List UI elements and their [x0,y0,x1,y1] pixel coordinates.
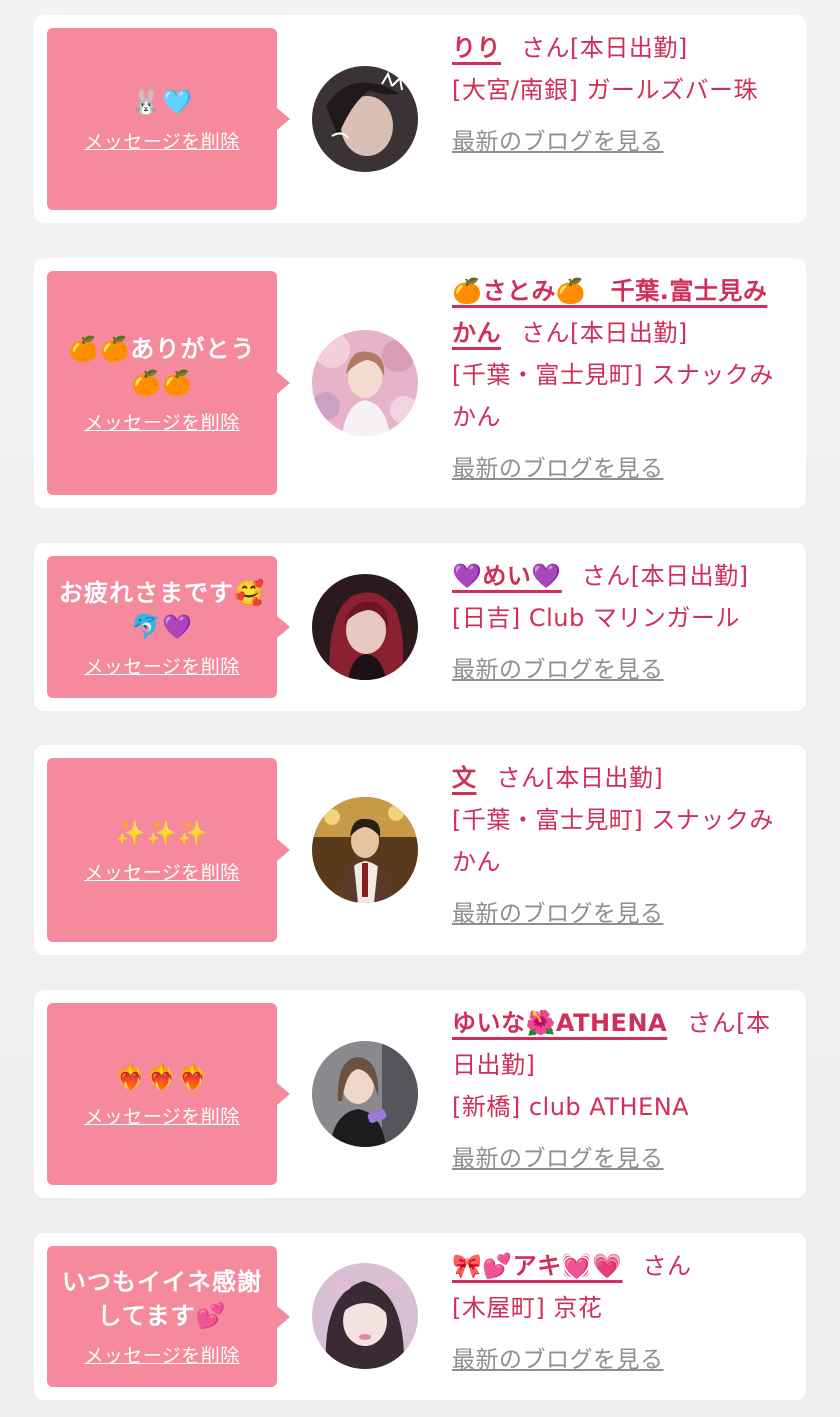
latest-blog-link[interactable]: 最新のブログを見る [452,448,664,490]
user-name-link[interactable]: ゆいな🌺ATHENA [452,1009,667,1037]
user-name-link[interactable]: りり [452,34,501,62]
message-bubble: ❤️‍🔥❤️‍🔥❤️‍🔥 メッセージを削除 [47,1003,290,1185]
message-card: ✨✨✨ メッセージを削除 文さん[本日出勤] [千葉・富士見町] スナックみかん… [34,745,806,955]
avatar[interactable] [312,330,418,436]
user-name-link[interactable]: 文 [452,764,477,792]
message-bubble: 🐰🩵 メッセージを削除 [47,28,290,210]
message-text: 🍊🍊ありがとう🍊🍊 [68,334,256,397]
message-bubble: 🍊🍊ありがとう🍊🍊 メッセージを削除 [47,271,290,495]
message-text: ❤️‍🔥❤️‍🔥❤️‍🔥 [115,1062,209,1091]
latest-blog-link[interactable]: 最新のブログを見る [452,1339,664,1381]
shop-link[interactable]: [新橋] club ATHENA [452,1093,689,1121]
avatar[interactable] [312,797,418,903]
message-bubble: ✨✨✨ メッセージを削除 [47,758,290,942]
status-text: さん[本日出勤] [581,562,749,590]
avatar[interactable] [312,1041,418,1147]
message-text: ✨✨✨ [115,818,209,847]
message-card: お疲れさまです🥰🐬💜 メッセージを削除 💜めい💜 さん[本日出勤] [日吉] Cl… [34,543,806,711]
avatar[interactable] [312,1263,418,1369]
status-text: さん[本日出勤] [521,319,688,347]
latest-blog-link[interactable]: 最新のブログを見る [452,1138,664,1180]
shop-link[interactable]: [日吉] Club マリンガール [452,604,740,632]
card-info: 🍊さとみ🍊 千葉.富士見みかん さん[本日出勤] [千葉・富士見町] スナックみか… [452,270,786,490]
card-info: 💜めい💜 さん[本日出勤] [日吉] Club マリンガール 最新のブログを見る [452,555,786,691]
card-info: 🎀💕アキ💓💗 さん [木屋町] 京花 最新のブログを見る [452,1245,786,1381]
shop-link[interactable]: [木屋町] 京花 [452,1294,602,1322]
status-text: さん[本日出勤] [521,34,688,62]
message-card: いつもイイネ感謝してます💕 メッセージを削除 🎀💕アキ💓💗 さん [木屋町] 京花… [34,1233,806,1400]
delete-message-link[interactable]: メッセージを削除 [84,1102,240,1129]
latest-blog-link[interactable]: 最新のブログを見る [452,893,664,935]
message-card: ❤️‍🔥❤️‍🔥❤️‍🔥 メッセージを削除 ゆいな🌺ATHENA さん[本日出勤]… [34,990,806,1198]
status-text: さん [642,1252,692,1280]
status-text: さん[本日出勤] [496,764,664,792]
card-info: 文さん[本日出勤] [千葉・富士見町] スナックみかん 最新のブログを見る [452,757,786,935]
delete-message-link[interactable]: メッセージを削除 [84,652,240,679]
delete-message-link[interactable]: メッセージを削除 [84,127,240,154]
shop-link[interactable]: [千葉・富士見町] スナックみかん [452,806,774,876]
latest-blog-link[interactable]: 最新のブログを見る [452,121,664,163]
delete-message-link[interactable]: メッセージを削除 [84,1341,240,1368]
avatar[interactable] [312,66,418,172]
card-info: ゆいな🌺ATHENA さん[本日出勤] [新橋] club ATHENA 最新のブ… [452,1002,786,1180]
message-text: いつもイイネ感謝してます💕 [62,1268,262,1330]
shop-link[interactable]: [大宮/南銀] ガールズバー珠 [452,76,758,104]
delete-message-link[interactable]: メッセージを削除 [84,858,240,885]
message-bubble: いつもイイネ感謝してます💕 メッセージを削除 [47,1246,290,1387]
avatar[interactable] [312,574,418,680]
message-text: お疲れさまです🥰🐬💜 [59,578,265,641]
message-bubble: お疲れさまです🥰🐬💜 メッセージを削除 [47,556,290,698]
card-info: りり さん[本日出勤] [大宮/南銀] ガールズバー珠 最新のブログを見る [452,27,786,163]
message-card: 🐰🩵 メッセージを削除 りり さん[本日出勤] [大宮/南銀] ガールズバー珠 最… [34,15,806,223]
message-card: 🍊🍊ありがとう🍊🍊 メッセージを削除 🍊さとみ🍊 千葉.富士見みかん さん[本日出… [34,258,806,508]
delete-message-link[interactable]: メッセージを削除 [84,408,240,435]
user-name-link[interactable]: 💜めい💜 [452,562,562,590]
shop-link[interactable]: [千葉・富士見町] スナックみかん [452,361,774,431]
user-name-link[interactable]: 🎀💕アキ💓💗 [452,1252,623,1280]
message-text: 🐰🩵 [131,87,193,116]
latest-blog-link[interactable]: 最新のブログを見る [452,649,664,691]
